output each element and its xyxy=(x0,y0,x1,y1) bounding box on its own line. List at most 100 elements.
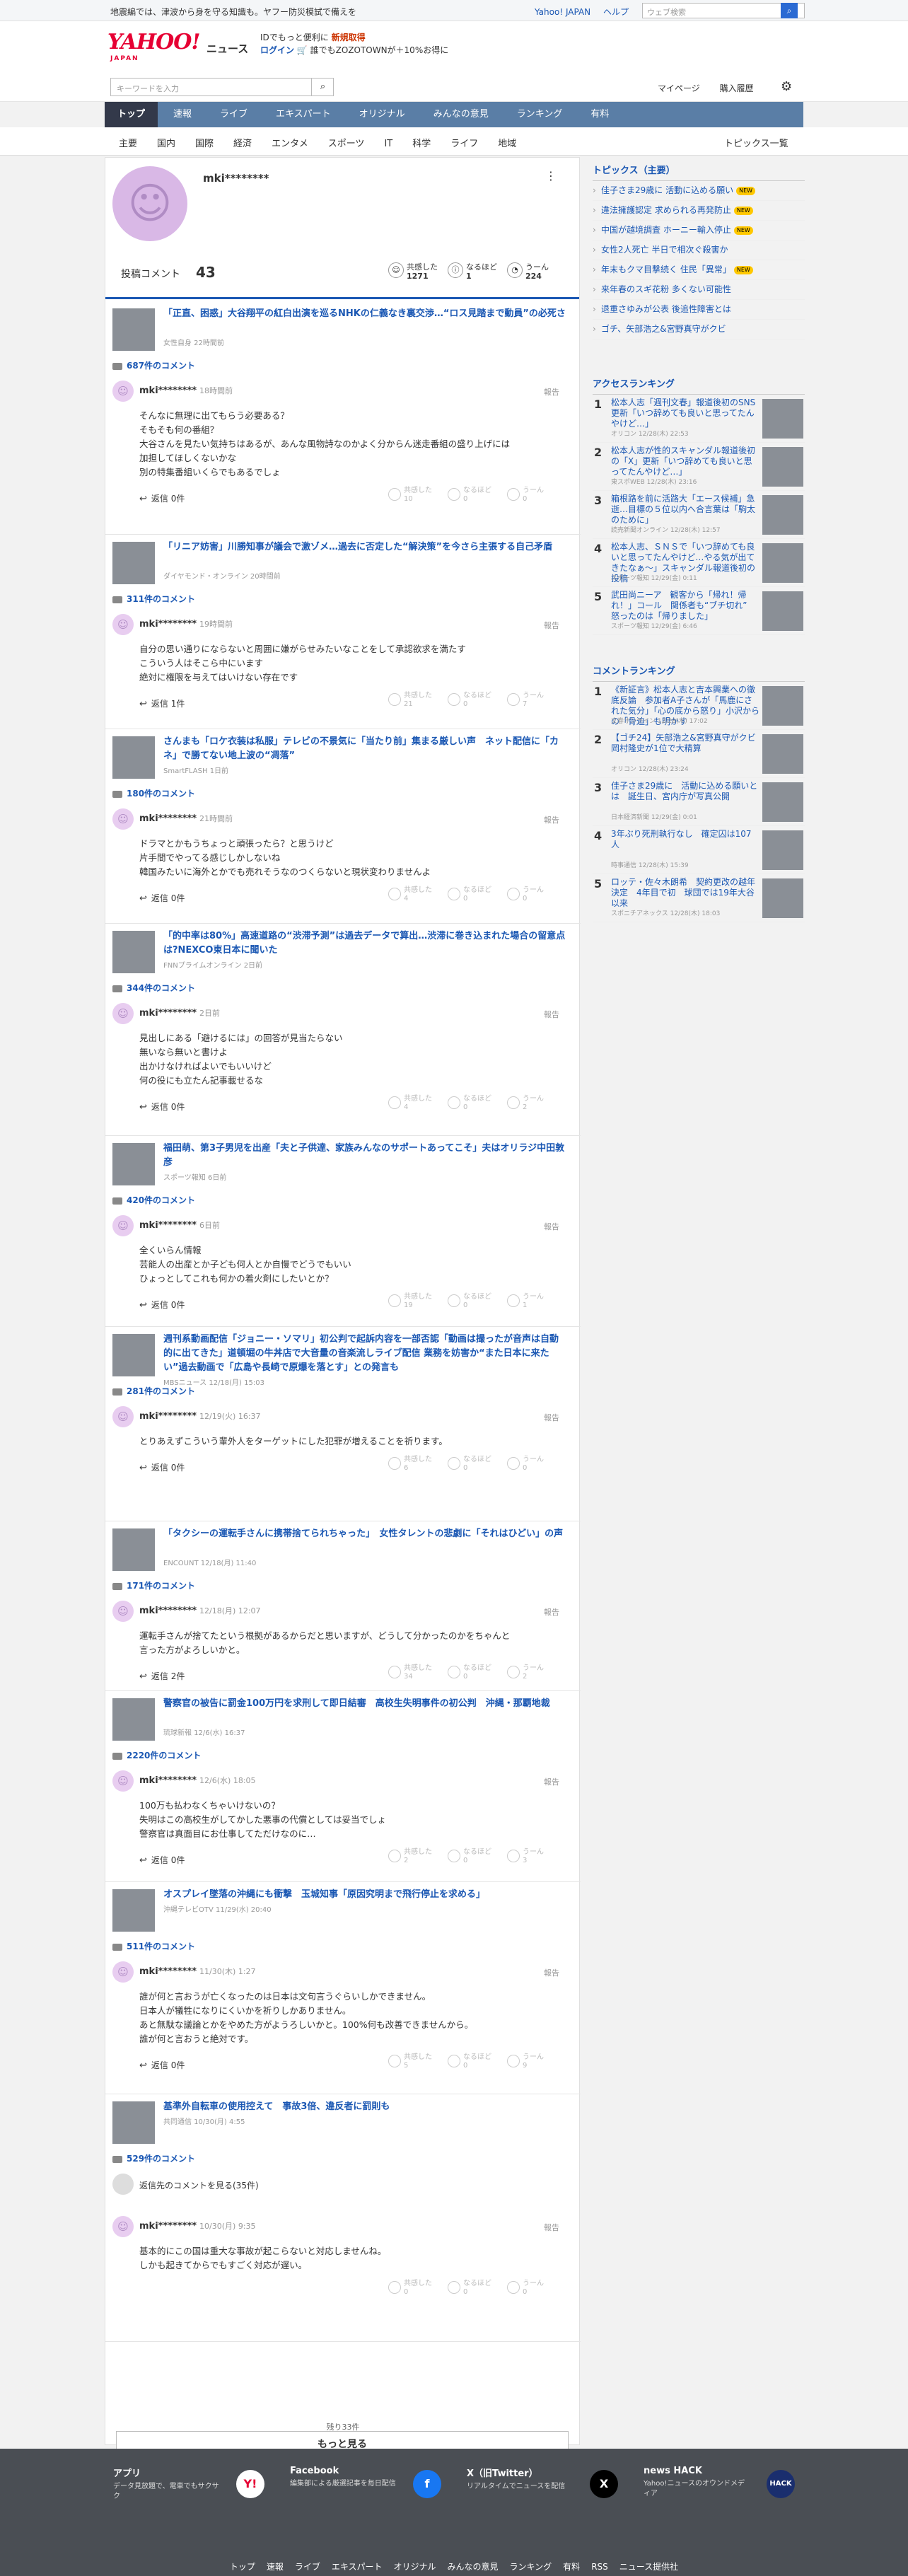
ranking-item[interactable]: 2 松本人志が性的スキャンダル報道後初の「X」更新「いつ辞めても良いと思ってたんや… xyxy=(593,443,805,491)
footer-x[interactable]: X（旧Twitter） リアルタイムでニュースを配信 X xyxy=(467,2466,618,2498)
hmm-button[interactable]: うーん 3 xyxy=(507,1848,544,1865)
ranking-item[interactable]: 5 ロッテ・佐々木朗希 契約更改の越年決定 4年目で初 球団では19年大谷以来 スポ… xyxy=(593,874,805,922)
hmm-button[interactable]: うーん 9 xyxy=(507,2053,544,2070)
cat-life[interactable]: ライフ xyxy=(450,139,478,149)
reply-button[interactable]: ↩ 返信 0件 xyxy=(139,1299,185,1311)
cat-world[interactable]: 国際 xyxy=(195,139,214,149)
mypage-link[interactable]: マイページ xyxy=(658,83,700,93)
ranking-item[interactable]: 5 武田尚ニーア 観客から「帰れ！帰れ！」コール 関係者も“ブチ切れ” 怒ったのは… xyxy=(593,587,805,635)
keyword-input[interactable]: キーワードを入力 xyxy=(110,78,334,96)
nav-original[interactable]: オリジナル xyxy=(347,102,418,127)
footer-link[interactable]: トップ xyxy=(230,2562,255,2572)
comment-count-link[interactable]: 311件のコメント xyxy=(112,593,195,605)
hmm-button[interactable]: うーん 2 xyxy=(507,1095,544,1112)
comment-count-link[interactable]: 420件のコメント xyxy=(112,1194,195,1206)
more-menu-icon[interactable]: ⋮ xyxy=(545,169,557,182)
footer-link[interactable]: みんなの意見 xyxy=(448,2562,499,2572)
naruhodo-button[interactable]: なるほど 0 xyxy=(448,886,491,903)
article-title[interactable]: 週刊系動画配信「ジョニー・ソマリ」初公判で起訴内容を一部否認「動画は撮ったが音声… xyxy=(163,1333,566,1375)
topic-item[interactable]: 女性2人死亡 半日で相次ぐ殺害か xyxy=(593,240,805,260)
footer-link[interactable]: エキスパート xyxy=(332,2562,383,2572)
reply-button[interactable]: ↩ 返信 0件 xyxy=(139,2059,185,2071)
article-thumbnail[interactable] xyxy=(112,736,155,779)
comment-count-link[interactable]: 344件のコメント xyxy=(112,982,195,994)
article-title[interactable]: 「タクシーの運転手さんに携帯捨てられちゃった」 女性タレントの悲劇に「それはひど… xyxy=(163,1527,566,1541)
ranking-item[interactable]: 4 松本人志、ＳＮＳで「いつ辞めても良いと思ってたんやけど…やる気が出てきたなぁ〜… xyxy=(593,539,805,587)
cat-local[interactable]: 地域 xyxy=(498,139,516,149)
search-icon[interactable]: ⌕ xyxy=(781,3,798,18)
help-link[interactable]: ヘルプ xyxy=(603,7,629,17)
reply-button[interactable]: ↩ 返信 0件 xyxy=(139,1461,185,1473)
nav-live[interactable]: ライブ xyxy=(207,102,260,127)
reply-button[interactable]: ↩ 返信 0件 xyxy=(139,1854,185,1866)
article-title[interactable]: 「正直、困惑」大谷翔平の紅白出演を巡るNHKの仁義なき裏交渉…“ロス見踏まで動員… xyxy=(163,307,566,321)
report-link[interactable]: 報告 xyxy=(544,1776,559,1787)
report-link[interactable]: 報告 xyxy=(544,814,559,825)
empathy-button[interactable]: 共感した 19 xyxy=(388,1293,432,1310)
nav-opinion[interactable]: みんなの意見 xyxy=(421,102,501,127)
report-link[interactable]: 報告 xyxy=(544,1221,559,1232)
article-thumbnail[interactable] xyxy=(112,308,155,351)
nav-ranking[interactable]: ランキング xyxy=(504,102,576,127)
article-thumbnail[interactable] xyxy=(112,542,155,584)
footer-newshack[interactable]: news HACK Yahoo!ニュースのオウンドメディア HACK xyxy=(644,2466,795,2499)
hmm-button[interactable]: うーん 7 xyxy=(507,692,544,709)
report-link[interactable]: 報告 xyxy=(544,620,559,631)
article-title[interactable]: 福田萌、第3子男児を出産「夫と子供達、家族みんなのサポートあってこそ」夫はオリラ… xyxy=(163,1142,566,1170)
empathy-button[interactable]: 共感した 6 xyxy=(388,1456,432,1473)
article-title[interactable]: 「リニア妨害」川勝知事が議会で激ゾメ…過去に否定した“解決策”を今さら主張する自… xyxy=(163,540,566,555)
naruhodo-button[interactable]: なるほど 0 xyxy=(448,1095,491,1112)
article-title[interactable]: オスプレイ墜落の沖縄にも衝撃 玉城知事「原因究明まで飛行停止を求める」 xyxy=(163,1888,566,1902)
ranking-item[interactable]: 4 3年ぶり死刑執行なし 確定囚は107人 時事通信 12/28(木) 15:39 xyxy=(593,826,805,874)
reply-button[interactable]: ↩ 返信 0件 xyxy=(139,1101,185,1113)
naruhodo-button[interactable]: なるほど 0 xyxy=(448,487,491,504)
empathy-button[interactable]: 共感した 10 xyxy=(388,487,432,504)
nav-breaking[interactable]: 速報 xyxy=(161,102,204,127)
login-link[interactable]: ログイン xyxy=(260,45,294,55)
cat-main[interactable]: 主要 xyxy=(119,139,137,149)
nav-top[interactable]: トップ xyxy=(105,102,158,127)
reply-button[interactable]: ↩ 返信 1件 xyxy=(139,697,185,709)
ranking-item[interactable]: 1 松本人志「週刊文春」報道後初のSNS更新「いつ辞めても良いと思ってたんやけど…… xyxy=(593,395,805,443)
article-title[interactable]: 「的中率は80%」高速道路の“渋滞予測”は過去データで算出…渋滞に巻き込まれた場… xyxy=(163,929,566,958)
footer-link[interactable]: ライブ xyxy=(295,2562,320,2572)
hmm-button[interactable]: うーん 0 xyxy=(507,1456,544,1473)
empathy-button[interactable]: 共感した 5 xyxy=(388,2053,432,2070)
ranking-item[interactable]: 2 【ゴチ24】矢部浩之&宮野真守がクビ 岡村隆史が1位で大精算 オリコン 12/2… xyxy=(593,730,805,778)
topic-item[interactable]: 来年春のスギ花粉 多くない可能性 xyxy=(593,280,805,300)
article-thumbnail[interactable] xyxy=(112,931,155,973)
topic-item[interactable]: ゴチ、矢部浩之&宮野真守がクビ xyxy=(593,320,805,340)
naruhodo-button[interactable]: なるほど 0 xyxy=(448,1664,491,1681)
register-link[interactable]: 新規取得 xyxy=(332,33,366,42)
view-parent-comment-link[interactable]: 返信先のコメントを見る(35件) xyxy=(139,2179,259,2191)
naruhodo-button[interactable]: なるほど 0 xyxy=(448,1456,491,1473)
ranking-item[interactable]: 3 佳子さま29歳に 活動に込める願いとは 誕生日、宮内庁が写真公開 日本経済新聞 … xyxy=(593,778,805,826)
cat-it[interactable]: IT xyxy=(384,139,392,149)
comment-count-link[interactable]: 511件のコメント xyxy=(112,1940,195,1952)
report-link[interactable]: 報告 xyxy=(544,386,559,398)
footer-link[interactable]: オリジナル xyxy=(394,2562,436,2572)
empathy-button[interactable]: 共感した 4 xyxy=(388,886,432,903)
article-title[interactable]: 警察官の被告に罰金100万円を求刑して即日結審 高校生失明事件の初公判 沖縄・那… xyxy=(163,1697,566,1711)
naruhodo-button[interactable]: なるほど 0 xyxy=(448,2053,491,2070)
topics-list-link[interactable]: トピックス一覧 xyxy=(724,136,788,149)
topic-item[interactable]: 佳子さま29歳に 活動に込める願いNEW xyxy=(593,181,805,201)
hmm-button[interactable]: うーん 0 xyxy=(507,886,544,903)
article-thumbnail[interactable] xyxy=(112,1143,155,1185)
footer-link[interactable]: ニュース提供社 xyxy=(619,2562,678,2572)
empathy-button[interactable]: 共感した 2 xyxy=(388,1848,432,1865)
report-link[interactable]: 報告 xyxy=(544,1412,559,1423)
footer-app[interactable]: アプリ データ見放題で、電車でもサクサク Y! xyxy=(113,2466,264,2502)
naruhodo-button[interactable]: なるほど 0 xyxy=(448,2280,491,2297)
naruhodo-button[interactable]: なるほど 0 xyxy=(448,1848,491,1865)
purchase-history-link[interactable]: 購入履歴 xyxy=(720,83,754,93)
yahoo-japan-link[interactable]: Yahoo! JAPAN xyxy=(535,7,590,17)
notice-link[interactable]: 地震編では、津波から身を守る知識も。ヤフー防災模試で備えを xyxy=(110,6,356,18)
ranking-item[interactable]: 3 箱根路を前に活路大「エース候補」急逝…目標の５位以内へ合言葉は「駒太のために」… xyxy=(593,491,805,539)
cat-science[interactable]: 科学 xyxy=(412,139,431,149)
reply-button[interactable]: ↩ 返信 0件 xyxy=(139,892,185,904)
article-title[interactable]: さんまも「ロケ衣装は私服」テレビの不景気に「当たり前」集まる厳しい声 ネット配信… xyxy=(163,735,566,763)
article-title[interactable]: 基準外自転車の使用控えて 事故3倍、違反者に罰則も xyxy=(163,2100,566,2114)
nav-paid[interactable]: 有料 xyxy=(578,102,622,127)
footer-link[interactable]: ランキング xyxy=(510,2562,552,2572)
